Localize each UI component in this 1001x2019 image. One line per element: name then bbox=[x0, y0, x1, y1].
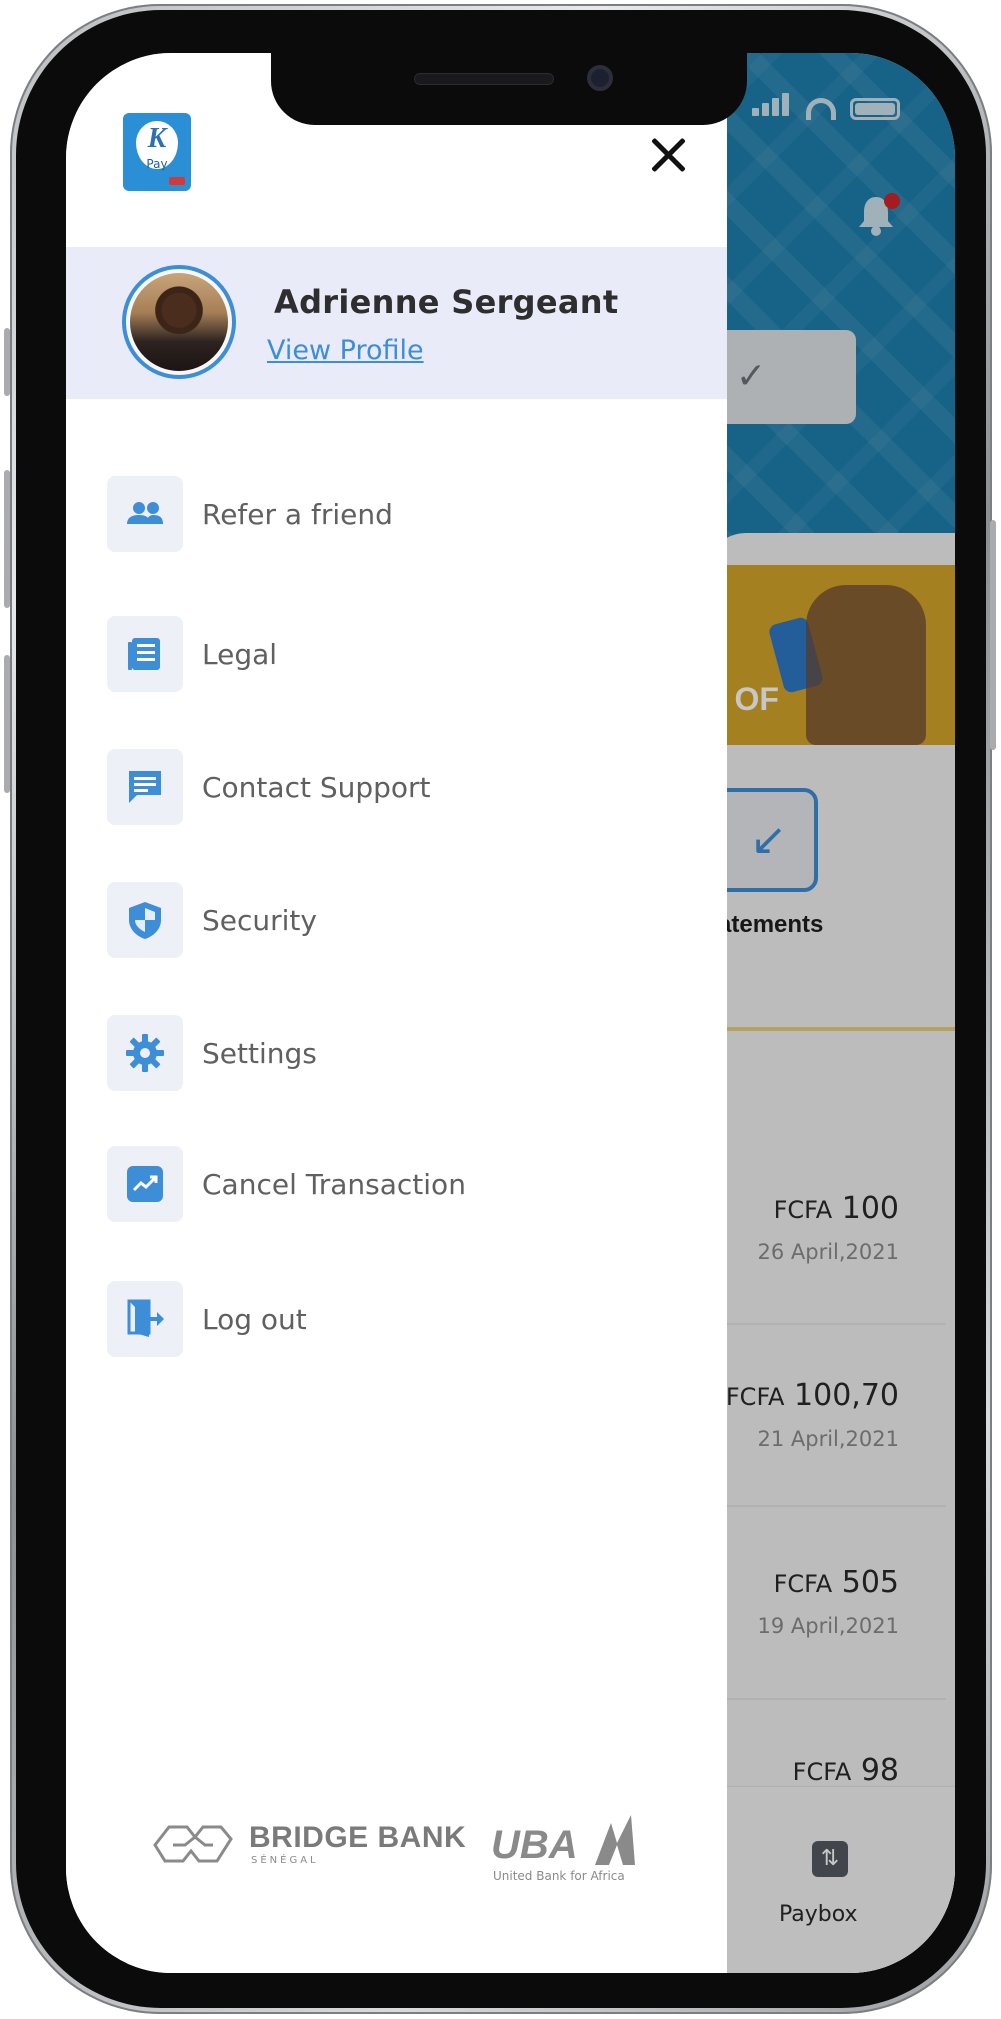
profile-name: Adrienne Sergeant bbox=[274, 283, 619, 321]
bridge-bank-logo-icon bbox=[153, 1825, 233, 1863]
menu-item-security[interactable]: Security bbox=[107, 882, 317, 958]
menu-label: Legal bbox=[202, 637, 278, 671]
volume-down-button bbox=[4, 655, 10, 793]
trend-icon bbox=[107, 1146, 183, 1222]
menu-item-legal[interactable]: Legal bbox=[107, 616, 277, 692]
bridge-bank-name: BRIDGE BANK bbox=[249, 1821, 467, 1854]
chat-icon bbox=[107, 749, 183, 825]
view-profile-link[interactable]: View Profile bbox=[267, 335, 424, 366]
menu-item-contact-support[interactable]: Contact Support bbox=[107, 749, 431, 825]
menu-label: Log out bbox=[202, 1302, 307, 1336]
menu-item-log-out[interactable]: Log out bbox=[107, 1281, 307, 1357]
menu-label: Refer a friend bbox=[202, 497, 393, 531]
uba-name: UBA bbox=[491, 1823, 578, 1867]
bridge-bank-sub: SÉNÉGAL bbox=[251, 1855, 319, 1866]
avatar-photo bbox=[130, 273, 228, 371]
app-logo: K Pay bbox=[123, 113, 191, 191]
avatar[interactable] bbox=[122, 265, 236, 379]
phone-notch bbox=[271, 53, 747, 125]
menu-item-refer-a-friend[interactable]: Refer a friend bbox=[107, 476, 393, 552]
gear-icon bbox=[107, 1015, 183, 1091]
menu-label: Cancel Transaction bbox=[202, 1167, 466, 1201]
profile-card[interactable]: Adrienne Sergeant View Profile bbox=[66, 247, 727, 399]
phone-frame: ✓ it OF nt ↙ atements FCFA 100 26 April,… bbox=[10, 4, 992, 2014]
front-camera-icon bbox=[587, 65, 613, 91]
logout-door-icon bbox=[107, 1281, 183, 1357]
card-icon bbox=[169, 177, 185, 185]
mute-switch bbox=[4, 328, 10, 396]
uba-sub: United Bank for Africa bbox=[493, 1869, 625, 1883]
menu-label: Security bbox=[202, 903, 317, 937]
menu-item-cancel-transaction[interactable]: Cancel Transaction bbox=[107, 1146, 466, 1222]
menu-item-settings[interactable]: Settings bbox=[107, 1015, 317, 1091]
speaker-grille bbox=[414, 73, 554, 85]
uba-logo-icon bbox=[595, 1815, 635, 1865]
power-button bbox=[990, 520, 996, 750]
shield-icon bbox=[107, 882, 183, 958]
partner-logos: BRIDGE BANK SÉNÉGAL UBA United Bank for … bbox=[151, 1813, 651, 1893]
people-icon bbox=[107, 476, 183, 552]
document-icon bbox=[107, 616, 183, 692]
screen: ✓ it OF nt ↙ atements FCFA 100 26 April,… bbox=[66, 53, 955, 1973]
logo-mark: K bbox=[147, 123, 167, 154]
menu-label: Settings bbox=[202, 1036, 317, 1070]
menu-label: Contact Support bbox=[202, 770, 431, 804]
close-icon[interactable] bbox=[646, 133, 690, 177]
volume-up-button bbox=[4, 470, 10, 608]
logo-pay-text: Pay bbox=[146, 157, 168, 171]
navigation-drawer: K Pay Adrienne Sergeant View Profile Ref… bbox=[66, 53, 727, 1973]
